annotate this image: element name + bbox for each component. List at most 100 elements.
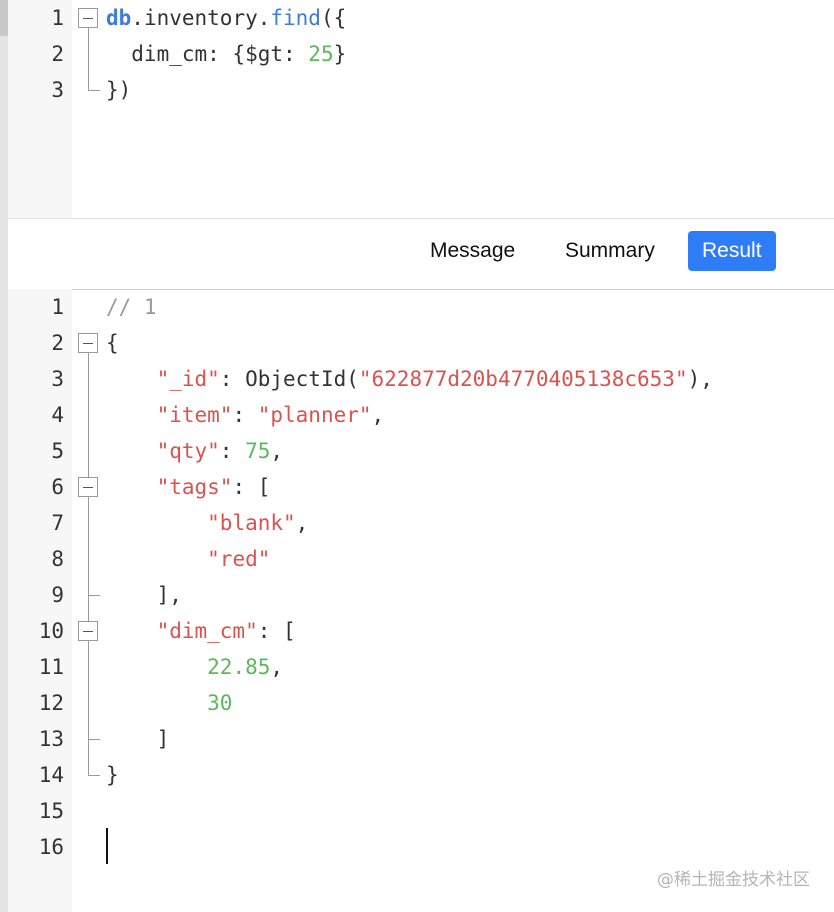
query-editor[interactable]: 1 db.inventory.find({2 dim_cm: {$gt: 25} 3…	[8, 0, 834, 218]
code-text: "tags": [	[106, 469, 271, 505]
code-text: {	[106, 325, 119, 361]
code-line[interactable]: 13 ]	[8, 721, 834, 757]
code-line[interactable]: 3 "_id": ObjectId("622877d20b4770405138c…	[8, 361, 834, 397]
code-line[interactable]: 2 dim_cm: {$gt: 25}	[8, 36, 834, 72]
code-line[interactable]: 3})	[8, 72, 834, 108]
code-token: :	[232, 403, 258, 427]
code-token: db	[106, 6, 132, 30]
code-token: : ObjectId(	[219, 367, 359, 391]
code-token: .inventory.	[131, 6, 271, 30]
line-number: 5	[51, 439, 64, 463]
code-line[interactable]: 15	[8, 793, 834, 829]
code-line[interactable]: 7 "blank",	[8, 505, 834, 541]
line-number: 8	[51, 547, 64, 571]
line-number: 13	[38, 727, 64, 751]
code-line[interactable]: 8 "red"	[8, 541, 834, 577]
code-token: // 1	[106, 295, 157, 319]
code-token: :	[219, 439, 246, 463]
line-number: 2	[51, 331, 64, 355]
code-token: "tags"	[156, 475, 233, 499]
code-token: ,	[371, 403, 385, 427]
line-number: 3	[51, 367, 64, 391]
code-token: "red"	[207, 547, 271, 571]
line-number: 7	[51, 511, 64, 535]
code-token: ],	[106, 583, 182, 607]
code-line[interactable]: 14}	[8, 757, 834, 793]
code-token: ,	[270, 439, 284, 463]
tab-message[interactable]: Message	[416, 231, 529, 271]
code-token: "item"	[156, 403, 233, 427]
code-line[interactable]: 16	[8, 829, 834, 865]
line-number: 15	[38, 799, 64, 823]
line-number: 16	[38, 835, 64, 859]
result-tab-bar: Message Summary Result	[8, 218, 834, 290]
code-line[interactable]: 5 "qty": 75,	[8, 433, 834, 469]
code-token: : [	[232, 475, 271, 499]
code-text: "_id": ObjectId("622877d20b4770405138c65…	[106, 361, 713, 397]
code-line[interactable]: 10 "dim_cm": [	[8, 613, 834, 649]
code-text: db.inventory.find({	[106, 0, 346, 36]
code-line[interactable]: 1 db.inventory.find({	[8, 0, 834, 36]
code-line[interactable]: 2{	[8, 325, 834, 361]
code-token: : [	[257, 619, 296, 643]
code-token: }	[333, 42, 347, 66]
code-line[interactable]: 12 30	[8, 685, 834, 721]
result-editor[interactable]: 1// 1 2{3 "_id": ObjectId("622877d20b4770…	[8, 289, 834, 912]
code-token: "planner"	[257, 403, 372, 427]
line-number: 1	[51, 295, 64, 319]
code-line[interactable]: 1 // 1	[8, 289, 834, 325]
code-token: ({	[320, 6, 347, 30]
code-token: 25	[308, 42, 334, 66]
code-text: "qty": 75,	[106, 433, 283, 469]
code-token: {	[106, 331, 119, 355]
code-text: "blank",	[106, 505, 308, 541]
code-line[interactable]: 9 ],	[8, 577, 834, 613]
code-text: ],	[106, 577, 182, 613]
code-token: })	[106, 78, 132, 102]
code-text: "red"	[106, 541, 270, 577]
code-token: ]	[106, 727, 170, 751]
code-text: "dim_cm": [	[106, 613, 296, 649]
line-number: 4	[51, 403, 64, 427]
code-token: 75	[245, 439, 271, 463]
code-text: }	[106, 757, 119, 793]
code-token: "blank"	[207, 511, 296, 535]
text-cursor	[106, 828, 108, 864]
left-scrollbar[interactable]	[0, 0, 8, 912]
code-line[interactable]: 4 "item": "planner",	[8, 397, 834, 433]
tab-result[interactable]: Result	[688, 231, 776, 271]
line-number: 14	[38, 763, 64, 787]
tab-summary[interactable]: Summary	[551, 231, 669, 271]
code-text: 22.85,	[106, 649, 283, 685]
line-number: 6	[51, 475, 64, 499]
code-text: ]	[106, 721, 170, 757]
line-number: 2	[51, 42, 64, 66]
code-token: find	[270, 6, 321, 30]
code-token: ),	[687, 367, 713, 391]
code-token: "_id"	[156, 367, 220, 391]
code-text: dim_cm: {$gt: 25}	[106, 36, 346, 72]
line-number: 12	[38, 691, 64, 715]
code-token: 30	[207, 691, 233, 715]
code-line[interactable]: 6 "tags": [	[8, 469, 834, 505]
line-number: 11	[38, 655, 64, 679]
line-number: 3	[51, 78, 64, 102]
code-text: })	[106, 72, 131, 108]
code-token: dim_cm: {$gt:	[106, 42, 309, 66]
scrollbar-thumb[interactable]	[0, 0, 8, 36]
line-number: 9	[51, 583, 64, 607]
code-line[interactable]: 11 22.85,	[8, 649, 834, 685]
code-text: 30	[106, 685, 232, 721]
line-number: 1	[51, 6, 64, 30]
code-text: // 1	[106, 289, 157, 325]
code-token: 22.85	[207, 655, 271, 679]
code-token: }	[106, 763, 119, 787]
